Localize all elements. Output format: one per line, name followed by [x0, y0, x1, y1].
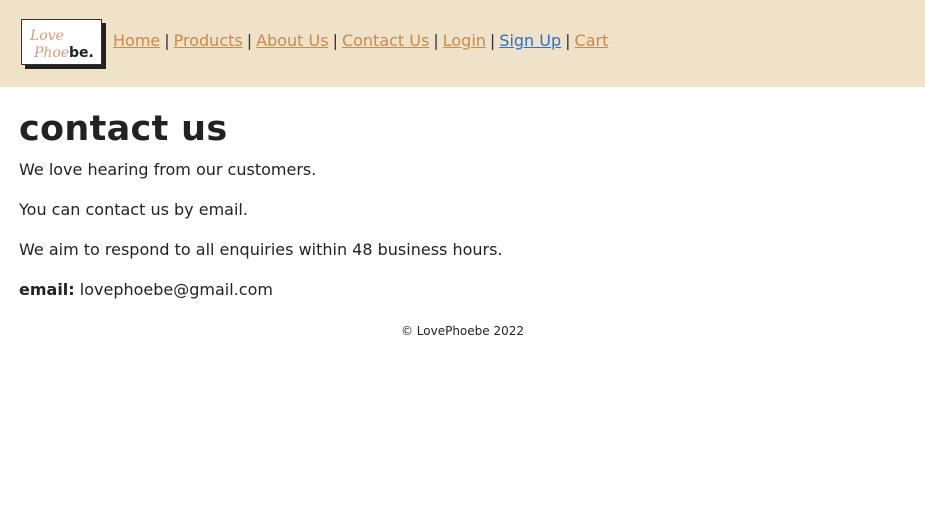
- nav-separator: |: [433, 31, 439, 50]
- site-footer: © LovePhoebe 2022: [400, 324, 525, 338]
- main-content: contact us We love hearing from our cust…: [19, 108, 899, 299]
- main-nav: Home | Products | About Us | Contact Us | Login |…: [113, 30, 608, 52]
- svg-text:be.: be.: [69, 45, 94, 61]
- email-line: email: lovephoebe@gmail.com: [19, 280, 273, 300]
- intro-paragraph: We love hearing from our customers.: [19, 160, 317, 179]
- nav-products-link[interactable]: Products: [174, 31, 243, 50]
- nav-login-link[interactable]: Login: [443, 31, 486, 50]
- site-logo[interactable]: Love Phoe be.: [21, 19, 102, 65]
- nav-separator: |: [565, 31, 571, 50]
- email-address: lovephoebe@gmail.com: [79, 280, 273, 299]
- site-header: Love Phoe be. Home | Products | About Us | Con…: [0, 0, 925, 87]
- nav-separator: |: [164, 31, 170, 50]
- nav-signup-link[interactable]: Sign Up: [499, 31, 561, 50]
- nav-home-link[interactable]: Home: [113, 31, 160, 50]
- nav-contact-link[interactable]: Contact Us: [342, 31, 429, 50]
- nav-cart-link[interactable]: Cart: [575, 31, 609, 50]
- svg-text:Love: Love: [29, 28, 64, 44]
- nav-separator: |: [246, 31, 253, 50]
- svg-text:Phoe: Phoe: [33, 45, 69, 61]
- nav-separator: |: [489, 31, 496, 50]
- page-title: contact us: [19, 109, 228, 149]
- nav-about-link[interactable]: About Us: [256, 31, 328, 50]
- nav-separator: |: [332, 31, 338, 50]
- logo-image: Love Phoe be.: [29, 28, 94, 61]
- response-time-paragraph: We aim to respond to all enquiries withi…: [19, 240, 503, 259]
- contact-method-paragraph: You can contact us by email.: [19, 200, 248, 219]
- email-label: email:: [19, 280, 75, 299]
